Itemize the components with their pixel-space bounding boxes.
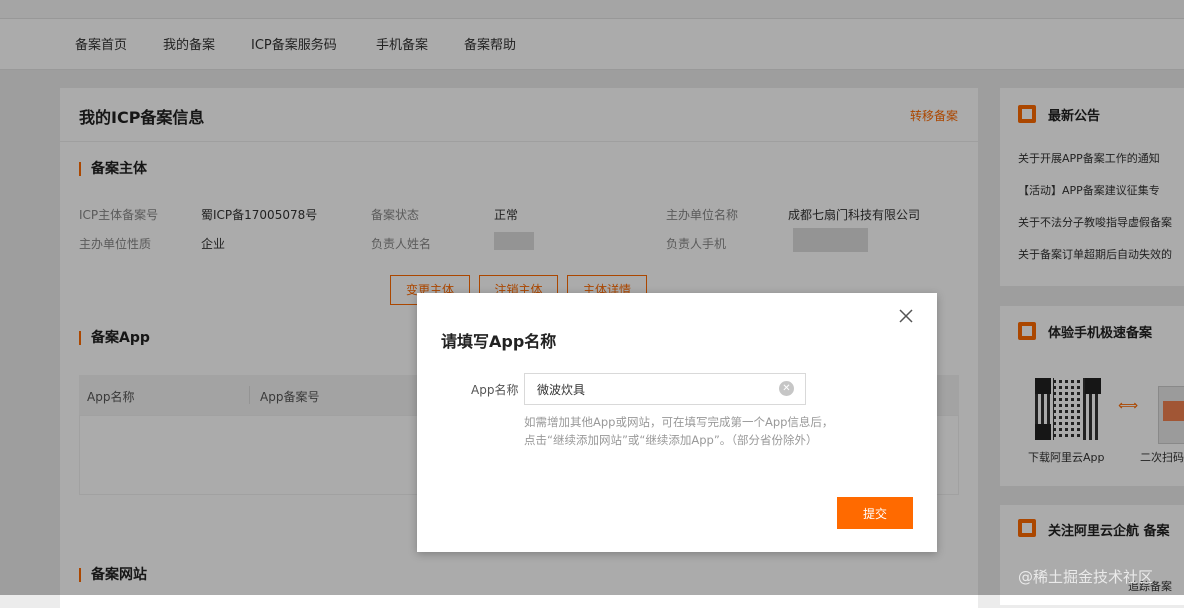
app-name-dialog: 请填写App名称 App名称 ✕ 如需增加其他App或网站，可在填写完成第一个A… bbox=[417, 293, 937, 552]
app-name-field: ✕ bbox=[524, 373, 806, 405]
dialog-title: 请填写App名称 bbox=[441, 332, 557, 351]
submit-button[interactable]: 提交 bbox=[837, 497, 913, 529]
dialog-hint-text: 如需增加其他App或网站，可在填写完成第一个App信息后，点击“继续添加网站”或… bbox=[524, 415, 834, 447]
app-name-label: App名称 bbox=[471, 383, 519, 397]
clear-input-icon[interactable]: ✕ bbox=[779, 381, 794, 396]
watermark: @稀土掘金技术社区 bbox=[1018, 568, 1154, 586]
close-icon[interactable] bbox=[898, 308, 914, 324]
app-name-input[interactable] bbox=[525, 374, 799, 404]
